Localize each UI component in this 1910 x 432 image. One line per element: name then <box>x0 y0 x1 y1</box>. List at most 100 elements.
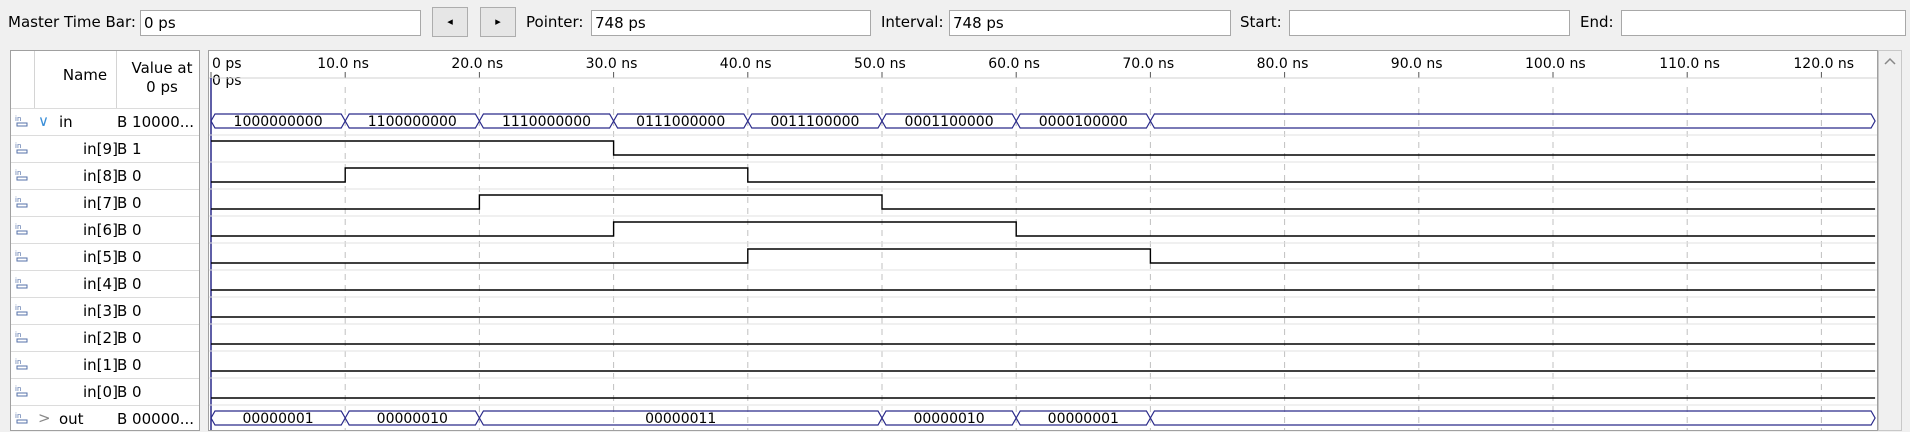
bus-segment[interactable] <box>1149 410 1876 426</box>
time-scale-label: 90.0 ns <box>1391 56 1443 72</box>
scroll-up-icon[interactable] <box>1879 51 1901 71</box>
signal-value: B 1 <box>117 140 142 158</box>
value-column-header[interactable]: Value at 0 ps <box>125 59 199 97</box>
bus-value-label: 00000010 <box>913 411 984 427</box>
signal-row[interactable]: in in[6] B 0 <box>11 216 199 243</box>
chevron-right-icon[interactable]: > <box>38 409 51 427</box>
input-pin-icon: in <box>14 248 32 264</box>
name-column-header[interactable]: Name <box>45 66 125 84</box>
bus-segment[interactable] <box>1149 113 1876 129</box>
chevron-down-icon[interactable]: ∨ <box>38 112 49 130</box>
pointer-label: Pointer: <box>526 13 584 31</box>
arrow-left-icon: ◂ <box>447 15 453 28</box>
signal-row[interactable]: in in[8] B 0 <box>11 162 199 189</box>
signal-row[interactable]: in in[9] B 1 <box>11 135 199 162</box>
output-bus-icon: in <box>14 410 32 426</box>
bit-waveform[interactable] <box>211 248 1876 264</box>
next-transition-button[interactable]: ▸ <box>480 7 516 37</box>
input-bus-icon: in <box>14 113 32 129</box>
bit-waveform[interactable] <box>211 221 1876 237</box>
signal-row[interactable]: in in[4] B 0 <box>11 270 199 297</box>
svg-text:in: in <box>15 385 21 393</box>
input-pin-icon: in <box>14 275 32 291</box>
signal-value: B 0 <box>117 383 142 401</box>
signal-name: in[3] <box>83 302 118 320</box>
time-scale-label: 120.0 ns <box>1793 56 1854 72</box>
time-scale-label: 60.0 ns <box>988 56 1040 72</box>
signal-row[interactable]: in in[5] B 0 <box>11 243 199 270</box>
signal-value: B 00000... <box>117 410 195 428</box>
bus-value-label: 00000011 <box>645 411 716 427</box>
bus-value-label: 00000010 <box>377 411 448 427</box>
signal-value: B 0 <box>117 167 142 185</box>
bit-waveform[interactable] <box>211 167 1876 183</box>
input-pin-icon: in <box>14 356 32 372</box>
splitter[interactable] <box>200 50 208 431</box>
waveform-panel[interactable]: 0 ps 10.0 ns 20.0 ns 30.0 ns 40.0 ns 50.0 ns 6… <box>208 50 1878 431</box>
signal-value: B 10000... <box>117 113 195 131</box>
signal-name: in[8] <box>83 167 118 185</box>
svg-text:in: in <box>15 331 21 339</box>
svg-text:in: in <box>15 412 21 420</box>
signal-row[interactable]: in ∨ in B 10000... <box>11 108 199 135</box>
bus-value-label: 1110000000 <box>502 114 591 130</box>
signal-row[interactable]: in in[2] B 0 <box>11 324 199 351</box>
time-scale-label: 80.0 ns <box>1257 56 1309 72</box>
end-label: End: <box>1580 13 1614 31</box>
signal-row[interactable]: in in[3] B 0 <box>11 297 199 324</box>
svg-text:in: in <box>15 277 21 285</box>
signal-value: B 0 <box>117 329 142 347</box>
time-scale-label: 70.0 ns <box>1122 56 1174 72</box>
input-pin-icon: in <box>14 140 32 156</box>
time-scale-label: 20.0 ns <box>451 56 503 72</box>
time-scale-label: 110.0 ns <box>1659 56 1720 72</box>
bus-value-label: 00000001 <box>1048 411 1119 427</box>
input-pin-icon: in <box>14 383 32 399</box>
cursor-time-label: 0 ps <box>212 73 242 89</box>
start-input[interactable] <box>1289 10 1570 36</box>
signal-row[interactable]: in in[0] B 0 <box>11 378 199 405</box>
signal-row[interactable]: in in[7] B 0 <box>11 189 199 216</box>
input-pin-icon: in <box>14 194 32 210</box>
end-input[interactable] <box>1621 10 1906 36</box>
bit-waveform[interactable] <box>211 140 1876 156</box>
svg-text:in: in <box>15 115 21 123</box>
time-ruler: 0 ps 10.0 ns 20.0 ns 30.0 ns 40.0 ns 50.0 ns 6… <box>209 56 1877 89</box>
interval-input[interactable] <box>949 10 1231 36</box>
bit-waveform[interactable] <box>211 194 1876 210</box>
time-scale-label: 0 ps <box>212 56 242 72</box>
input-pin-icon: in <box>14 167 32 183</box>
svg-text:in: in <box>15 358 21 366</box>
svg-text:in: in <box>15 304 21 312</box>
signal-list-panel: Name Value at 0 ps in ∨ in B 10000... in in[9… <box>10 50 200 431</box>
svg-text:in: in <box>15 196 21 204</box>
previous-transition-button[interactable]: ◂ <box>432 7 468 37</box>
time-scale-label: 30.0 ns <box>586 56 638 72</box>
signal-name: in[5] <box>83 248 118 266</box>
svg-text:in: in <box>15 169 21 177</box>
toolbar: Master Time Bar: ◂ ▸ Pointer: Interval: … <box>0 0 1910 46</box>
bus-value-label: 0011100000 <box>770 114 859 130</box>
time-scale-label: 10.0 ns <box>317 56 369 72</box>
input-pin-icon: in <box>14 329 32 345</box>
master-time-bar-input[interactable] <box>140 10 421 36</box>
signal-row[interactable]: in in[1] B 0 <box>11 351 199 378</box>
waveform-canvas[interactable]: 0 ps 10.0 ns 20.0 ns 30.0 ns 40.0 ns 50.0 ns 6… <box>209 51 1877 430</box>
signal-name: in[2] <box>83 329 118 347</box>
pointer-input[interactable] <box>591 10 871 36</box>
svg-text:in: in <box>15 250 21 258</box>
vertical-scrollbar[interactable] <box>1878 50 1902 431</box>
signal-name: in <box>59 113 73 131</box>
bus-value-label: 0000100000 <box>1039 114 1128 130</box>
bus-value-label: 0001100000 <box>905 114 994 130</box>
signal-name: in[4] <box>83 275 118 293</box>
time-scale-label: 100.0 ns <box>1525 56 1586 72</box>
signal-name: in[0] <box>83 383 118 401</box>
signal-name: out <box>59 410 84 428</box>
signal-value: B 0 <box>117 302 142 320</box>
svg-text:in: in <box>15 142 21 150</box>
signal-row[interactable]: in > out B 00000... <box>11 405 199 430</box>
value-column-header-line1: Value at <box>131 59 193 77</box>
master-time-bar-label: Master Time Bar: <box>8 13 136 31</box>
grid-lines <box>210 78 1822 430</box>
